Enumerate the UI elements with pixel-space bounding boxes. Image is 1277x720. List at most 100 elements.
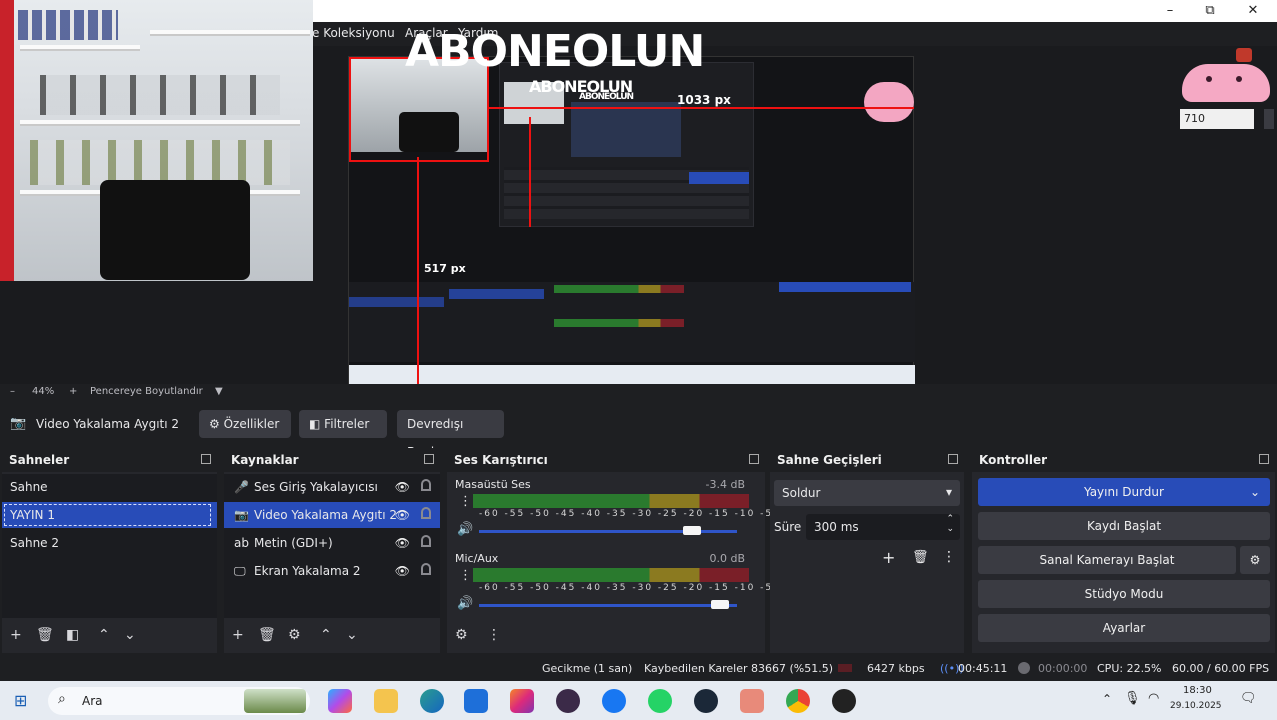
menu-icon[interactable]: ⋮ bbox=[487, 627, 501, 643]
wifi-icon[interactable]: ◠ bbox=[1148, 691, 1159, 706]
duration-label: Süre bbox=[774, 520, 802, 534]
source-item-selected[interactable]: 📷 Video Yakalama Aygıtı 2 👁 bbox=[224, 502, 440, 528]
popout-icon[interactable] bbox=[948, 454, 958, 464]
chrome-icon[interactable] bbox=[786, 689, 810, 713]
facebook-icon[interactable] bbox=[602, 689, 626, 713]
whatsapp-icon[interactable] bbox=[648, 689, 672, 713]
popout-icon[interactable] bbox=[201, 454, 211, 464]
start-recording-button[interactable]: Kaydı Başlat bbox=[978, 512, 1270, 540]
position-input[interactable]: 710 bbox=[1180, 109, 1254, 129]
lock-icon[interactable] bbox=[421, 535, 431, 547]
chevron-down-icon[interactable]: ⌄ bbox=[124, 627, 136, 643]
preview-height-label: 517 px bbox=[424, 262, 466, 275]
source-item[interactable]: 🎤 Ses Giriş Yakalayıcısı 👁 bbox=[224, 474, 440, 500]
chevron-down-icon[interactable]: ⌄ bbox=[346, 627, 358, 643]
stop-stream-button[interactable]: Yayını Durdur ⌄ bbox=[978, 478, 1270, 506]
trash-icon[interactable]: 🗑 bbox=[36, 627, 54, 643]
transition-select[interactable]: Soldur ▾ bbox=[774, 480, 960, 506]
start-virtualcam-button[interactable]: Sanal Kamerayı Başlat bbox=[978, 546, 1236, 574]
zoom-in-button[interactable]: + bbox=[69, 386, 77, 397]
windows-start-icon[interactable]: ⊞ bbox=[14, 691, 27, 710]
menu-icon[interactable]: ⋮ bbox=[942, 549, 956, 565]
app-icon[interactable] bbox=[740, 689, 764, 713]
microphone-icon[interactable]: 🎙 bbox=[1124, 691, 1141, 706]
selected-source-name: Video Yakalama Aygıtı 2 bbox=[36, 417, 180, 431]
eye-icon[interactable]: 👁 bbox=[395, 508, 410, 522]
chevron-down-icon: ▾ bbox=[945, 485, 952, 499]
gear-icon[interactable]: ⚙ bbox=[288, 627, 301, 643]
zoom-bar: – 44% + Pencereye Boyutlandır ▼ bbox=[0, 384, 1277, 401]
lock-icon[interactable] bbox=[421, 563, 431, 575]
menu-item-scene-collection[interactable]: e Koleksiyonu bbox=[312, 26, 395, 40]
spinner-icon[interactable]: ⌃ ⌄ bbox=[946, 514, 954, 534]
deactivate-button[interactable]: Devredışı Bırak bbox=[397, 410, 504, 459]
duration-input[interactable]: 300 ms ⌃ ⌄ bbox=[806, 514, 960, 540]
store-icon[interactable] bbox=[464, 689, 488, 713]
chevron-down-icon[interactable]: ⌄ bbox=[1250, 478, 1260, 506]
obs-icon[interactable] bbox=[556, 689, 580, 713]
clock-date[interactable]: 29.10.2025 bbox=[1170, 701, 1222, 711]
volume-slider-handle[interactable] bbox=[682, 526, 701, 535]
popout-icon[interactable] bbox=[1259, 454, 1269, 464]
add-icon[interactable]: + bbox=[10, 627, 22, 643]
trash-icon[interactable]: 🗑 bbox=[912, 550, 929, 565]
search-highlight-image bbox=[244, 689, 306, 713]
add-icon[interactable]: + bbox=[882, 548, 895, 567]
popout-icon[interactable] bbox=[424, 454, 434, 464]
add-icon[interactable]: + bbox=[232, 627, 244, 643]
chevron-down-icon[interactable]: ▼ bbox=[215, 386, 223, 397]
filter-icon[interactable]: ◧ bbox=[66, 627, 79, 643]
mixer-channels: Masaüstü Ses -3.4 dB ⋮ -60 -55 -50 -45 -… bbox=[447, 474, 784, 618]
notification-icon[interactable]: 🗨 bbox=[1240, 691, 1257, 706]
steam-icon[interactable] bbox=[694, 689, 718, 713]
lock-icon[interactable] bbox=[421, 479, 431, 491]
spinner-icon[interactable] bbox=[1264, 109, 1274, 129]
studio-mode-button[interactable]: Stüdyo Modu bbox=[978, 580, 1270, 608]
text-icon: ab bbox=[234, 536, 249, 550]
zoom-out-button[interactable]: – bbox=[10, 386, 15, 397]
minimize-button[interactable]: – bbox=[1160, 2, 1180, 20]
preview-canvas[interactable]: ABONEOLUN ABONEOLUN 1033 px 517 px ABONE… bbox=[0, 0, 1277, 386]
source-item[interactable]: ab Metin (GDI+) 👁 bbox=[224, 530, 440, 556]
lock-icon[interactable] bbox=[421, 507, 431, 519]
trash-icon[interactable]: 🗑 bbox=[258, 627, 276, 643]
copilot-icon[interactable] bbox=[328, 689, 352, 713]
edge-icon[interactable] bbox=[420, 689, 444, 713]
gear-icon[interactable]: ⚙ bbox=[455, 627, 468, 643]
eye-icon[interactable]: 👁 bbox=[395, 536, 410, 550]
speaker-icon[interactable]: 🔊 bbox=[457, 522, 473, 537]
fit-to-window-label[interactable]: Pencereye Boyutlandır bbox=[90, 386, 203, 397]
eye-icon[interactable]: 👁 bbox=[395, 480, 410, 494]
chevron-up-icon[interactable]: ⌃ bbox=[320, 627, 332, 643]
folder-icon[interactable] bbox=[374, 689, 398, 713]
source-item[interactable]: 🖵 Ekran Yakalama 2 👁 bbox=[224, 558, 440, 584]
properties-button[interactable]: ⚙ Özellikler bbox=[199, 410, 291, 438]
settings-button[interactable]: Ayarlar bbox=[978, 614, 1270, 642]
close-button[interactable]: ✕ bbox=[1243, 2, 1263, 20]
eye-icon[interactable]: 👁 bbox=[395, 564, 410, 578]
scenes-list: Sahne YAYIN 1 Sahne 2 bbox=[2, 474, 217, 618]
preview-width-label: 1033 px bbox=[677, 93, 731, 107]
maximize-button[interactable]: ⧉ bbox=[1200, 2, 1220, 20]
transitions-title: Sahne Geçişleri bbox=[777, 453, 882, 467]
filters-button[interactable]: ◧ Filtreler bbox=[299, 410, 387, 438]
volume-slider[interactable] bbox=[479, 604, 737, 607]
scene-item[interactable]: Sahne bbox=[2, 474, 217, 500]
scene-label: Sahne bbox=[10, 480, 48, 494]
speaker-icon[interactable]: 🔊 bbox=[457, 596, 473, 611]
volume-slider-handle[interactable] bbox=[711, 600, 730, 609]
record-app-icon[interactable] bbox=[832, 689, 856, 713]
clock-time[interactable]: 18:30 bbox=[1183, 685, 1212, 696]
scene-item[interactable]: Sahne 2 bbox=[2, 530, 217, 556]
bitrate-status: 6427 kbps bbox=[867, 662, 925, 675]
chevron-up-icon[interactable]: ⌃ bbox=[98, 627, 110, 643]
instagram-icon[interactable] bbox=[510, 689, 534, 713]
popout-icon[interactable] bbox=[749, 454, 759, 464]
taskbar-search[interactable]: ⌕ Ara bbox=[48, 687, 310, 715]
mixer-title: Ses Karıştırıcı bbox=[454, 453, 548, 467]
scene-item-selected[interactable]: YAYIN 1 bbox=[2, 502, 217, 528]
chevron-up-icon[interactable]: ⌃ bbox=[1102, 692, 1112, 706]
virtualcam-settings-button[interactable]: ⚙ bbox=[1240, 546, 1270, 574]
channel-name: Mic/Aux bbox=[455, 552, 499, 565]
duration-value: 300 ms bbox=[814, 520, 859, 534]
